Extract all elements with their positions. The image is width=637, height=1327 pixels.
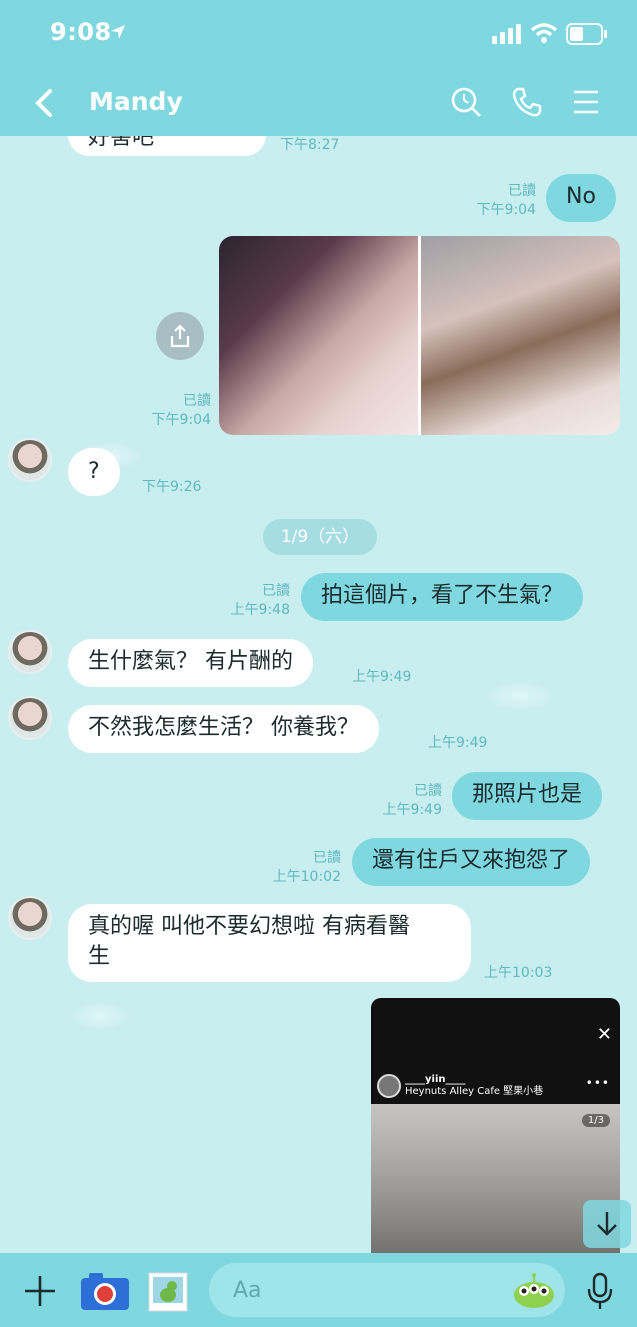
message-bubble-outgoing[interactable]: No	[546, 174, 616, 222]
photo-thumbnail[interactable]	[219, 236, 418, 435]
message-input[interactable]	[209, 1263, 565, 1317]
read-receipt: 已讀	[183, 393, 211, 409]
location-arrow-icon	[110, 24, 126, 40]
chat-header: Mandy	[0, 70, 637, 136]
back-chevron-icon[interactable]	[30, 86, 58, 120]
message-time: 上午9:48	[230, 602, 290, 618]
gallery-icon[interactable]	[145, 1269, 191, 1315]
photo-album-message[interactable]	[219, 236, 620, 435]
read-receipt: 已讀	[313, 850, 341, 866]
message-time: 下午9:04	[476, 202, 536, 218]
chat-title: Mandy	[89, 87, 183, 116]
message-bubble-outgoing[interactable]: 還有住戶又來抱怨了	[352, 838, 591, 886]
search-icon[interactable]	[448, 84, 484, 120]
message-bubble-outgoing[interactable]: 那照片也是	[452, 772, 603, 820]
read-receipt: 已讀	[262, 583, 290, 599]
story-avatar	[377, 1074, 401, 1098]
message-time: 上午10:02	[272, 869, 341, 885]
plus-icon[interactable]	[22, 1273, 58, 1309]
read-receipt: 已讀	[508, 183, 536, 199]
share-icon	[170, 324, 190, 348]
story-header: ____yiin____ Heynuts Alley Cafe 堅果小巷	[405, 1074, 543, 1098]
message-text: No	[566, 184, 596, 209]
message-time: 上午9:49	[352, 669, 412, 685]
message-text: 好害吧	[88, 136, 155, 150]
signal-icon	[492, 24, 522, 44]
avatar[interactable]	[8, 896, 52, 940]
menu-icon[interactable]	[570, 86, 602, 118]
avatar[interactable]	[8, 696, 52, 740]
message-text: 生什麼氣？ 有片酬的	[88, 649, 293, 674]
message-bubble-incoming[interactable]: ?	[68, 448, 120, 496]
story-username: ____yiin____	[405, 1074, 466, 1085]
read-receipt: 已讀	[414, 783, 442, 799]
message-time: 下午8:27	[280, 137, 340, 153]
message-time: 上午10:03	[484, 965, 553, 981]
close-icon[interactable]: ✕	[597, 1024, 612, 1045]
message-text: 真的喔 叫他不要幻想啦 有病看醫	[88, 914, 410, 939]
status-time: 9:08	[50, 18, 112, 46]
date-divider: 1/9（六）	[263, 519, 377, 555]
message-time: 下午9:04	[151, 412, 211, 428]
battery-icon	[566, 23, 608, 45]
message-text-field[interactable]	[209, 1263, 489, 1317]
camera-icon[interactable]	[78, 1269, 132, 1313]
emoji-icon[interactable]	[511, 1269, 557, 1311]
message-bubble-incoming[interactable]: 好害吧	[68, 136, 266, 156]
message-bubble-outgoing[interactable]: 拍這個片，看了不生氣？	[301, 573, 584, 621]
story-page-indicator: 1/3	[581, 1114, 610, 1127]
message-text: 那照片也是	[472, 782, 583, 807]
message-text: 生	[88, 944, 111, 969]
message-text: ?	[88, 459, 100, 484]
message-bubble-incoming[interactable]: 真的喔 叫他不要幻想啦 有病看醫 生	[68, 904, 471, 982]
wifi-icon	[530, 22, 558, 44]
microphone-icon[interactable]	[584, 1271, 616, 1311]
message-list[interactable]: 好害吧 下午8:27 已讀 下午9:04 No 已讀 下午9:04 ? 下午9:…	[0, 136, 637, 1253]
message-time: 上午9:49	[382, 802, 442, 818]
message-text: 不然我怎麼生活？ 你養我？	[88, 715, 359, 740]
share-button[interactable]	[156, 312, 204, 360]
story-location: Heynuts Alley Cafe 堅果小巷	[405, 1086, 544, 1097]
avatar[interactable]	[8, 630, 52, 674]
message-text: 還有住戶又來抱怨了	[372, 848, 571, 873]
photo-thumbnail[interactable]	[421, 236, 620, 435]
message-bubble-incoming[interactable]: 生什麼氣？ 有片酬的	[68, 639, 313, 687]
avatar[interactable]	[8, 438, 52, 482]
message-time: 下午9:26	[142, 479, 202, 495]
message-text: 拍這個片，看了不生氣？	[321, 583, 564, 608]
composer-bar	[0, 1253, 637, 1327]
scroll-to-bottom-button[interactable]	[583, 1200, 631, 1248]
message-bubble-incoming[interactable]: 不然我怎麼生活？ 你養我？	[68, 705, 379, 753]
message-time: 上午9:49	[428, 735, 488, 751]
phone-icon[interactable]	[509, 84, 545, 120]
more-icon[interactable]: •••	[586, 1076, 610, 1090]
arrow-down-icon	[597, 1212, 617, 1236]
status-bar: 9:08	[0, 0, 637, 70]
